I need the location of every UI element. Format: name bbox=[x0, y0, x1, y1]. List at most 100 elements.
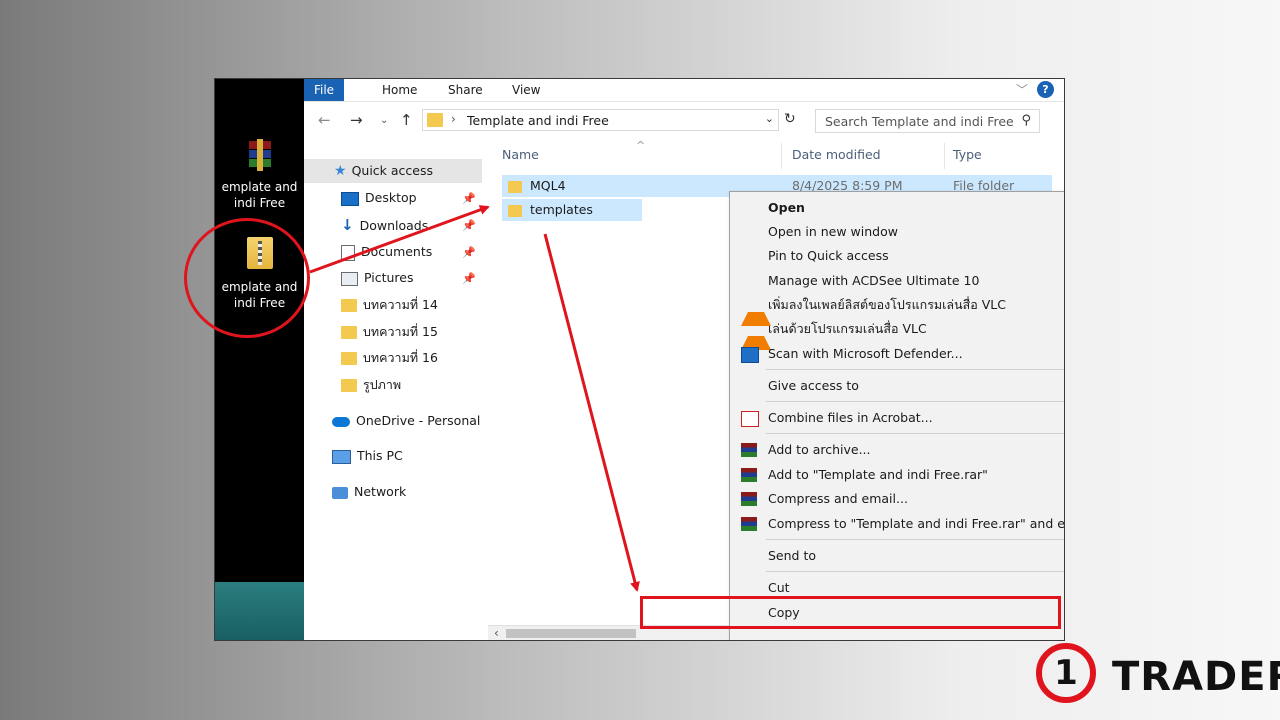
column-divider[interactable] bbox=[781, 143, 782, 169]
nav-item-onedrive[interactable]: OneDrive - Personal bbox=[332, 409, 480, 433]
nav-label: OneDrive - Personal bbox=[356, 413, 481, 428]
address-row: ← → ⌄ ↑ › Template and indi Free ⌄ ↻ Sea… bbox=[304, 107, 1064, 135]
menu-item-vlc-play[interactable]: เล่นด้วยโปรแกรมเล่นสื่อ VLC bbox=[730, 317, 1064, 350]
recent-dropdown-icon[interactable]: ⌄ bbox=[380, 115, 388, 126]
documents-icon bbox=[341, 244, 355, 261]
menu-item-compress-email[interactable]: Compress and email... bbox=[730, 487, 1064, 511]
menu-item-label: Pin to Quick access bbox=[768, 248, 889, 263]
nav-item-quick-access[interactable]: ★ Quick access bbox=[304, 159, 482, 183]
chevron-down-icon[interactable]: ⌄ bbox=[765, 112, 774, 125]
menu-item-compress-rar-email[interactable]: Compress to "Template and indi Free.rar"… bbox=[730, 512, 1065, 536]
nav-item-desktop[interactable]: Desktop bbox=[341, 186, 417, 210]
nav-item-pictures[interactable]: Pictures bbox=[341, 266, 414, 290]
menu-separator bbox=[766, 401, 1064, 402]
breadcrumb-path[interactable]: Template and indi Free bbox=[467, 113, 609, 128]
tab-share[interactable]: Share bbox=[436, 79, 495, 101]
tab-view[interactable]: View bbox=[500, 79, 552, 101]
winrar-icon bbox=[741, 443, 757, 457]
folder-icon bbox=[341, 352, 357, 365]
menu-separator bbox=[766, 369, 1064, 370]
refresh-icon[interactable]: ↻ bbox=[784, 111, 796, 127]
menu-separator bbox=[766, 539, 1064, 540]
menu-item-open[interactable]: Open bbox=[730, 196, 1064, 220]
menu-separator bbox=[766, 571, 1064, 572]
menu-item-label: Open in new window bbox=[768, 224, 898, 239]
menu-item-add-rar[interactable]: Add to "Template and indi Free.rar" bbox=[730, 463, 1064, 487]
pin-icon: 📌 bbox=[462, 192, 476, 205]
menu-item-defender-scan[interactable]: Scan with Microsoft Defender... bbox=[730, 342, 1064, 366]
nav-label: Documents bbox=[361, 244, 433, 259]
folder-icon bbox=[508, 204, 522, 217]
menu-item-label: Scan with Microsoft Defender... bbox=[768, 346, 963, 361]
menu-item-acdsee[interactable]: Manage with ACDSee Ultimate 10 bbox=[730, 269, 1064, 293]
column-header-type[interactable]: Type bbox=[953, 147, 982, 162]
table-row[interactable]: templates bbox=[502, 199, 642, 221]
network-icon bbox=[332, 486, 348, 499]
search-placeholder: Search Template and indi Free bbox=[825, 114, 1014, 129]
up-icon[interactable]: ↑ bbox=[400, 111, 413, 129]
nav-item-pictures-thai[interactable]: รูปภาพ bbox=[341, 373, 401, 397]
menu-item-label: Open bbox=[768, 200, 805, 215]
menu-item-open-new-window[interactable]: Open in new window bbox=[730, 220, 1064, 244]
nav-label: Network bbox=[354, 484, 407, 499]
nav-item-downloads[interactable]: ↓ Downloads bbox=[341, 213, 428, 237]
menu-item-label: Compress to "Template and indi Free.rar"… bbox=[768, 516, 1065, 531]
pictures-icon bbox=[341, 271, 358, 286]
column-header-date[interactable]: Date modified bbox=[792, 147, 881, 162]
nav-label: Downloads bbox=[359, 218, 429, 233]
nav-label: Quick access bbox=[351, 163, 434, 178]
desktop-icon-archive[interactable]: emplate and indi Free bbox=[215, 139, 304, 211]
menu-item-label: Add to archive... bbox=[768, 442, 871, 457]
search-icon: ⚲ bbox=[1021, 113, 1031, 128]
menu-item-label: Compress and email... bbox=[768, 491, 908, 506]
winrar-archive-icon bbox=[248, 139, 271, 171]
nav-item-this-pc[interactable]: This PC bbox=[332, 444, 403, 468]
scroll-left-icon[interactable]: ‹ bbox=[494, 626, 499, 640]
desktop-icon bbox=[341, 191, 359, 206]
search-input[interactable]: Search Template and indi Free ⚲ bbox=[815, 109, 1040, 133]
column-divider[interactable] bbox=[944, 143, 945, 169]
winrar-icon bbox=[741, 492, 757, 506]
menu-item-send-to[interactable]: Send to› bbox=[730, 544, 1064, 568]
forward-icon[interactable]: → bbox=[350, 111, 363, 129]
winrar-icon bbox=[741, 468, 757, 482]
logo-wordmark: TRADER bbox=[1112, 654, 1280, 700]
desktop-icon-label: emplate and bbox=[221, 180, 298, 194]
menu-item-label: Give access to bbox=[768, 378, 859, 393]
menu-item-vlc-playlist[interactable]: เพิ่มลงในเพลย์ลิสต์ของโปรแกรมเล่นสื่อ VL… bbox=[730, 293, 1064, 326]
tab-file[interactable]: File bbox=[304, 79, 344, 101]
brand-logo: 1 TRADER bbox=[1036, 641, 1280, 707]
nav-item-network[interactable]: Network bbox=[332, 480, 406, 504]
breadcrumb-chevron-icon: › bbox=[451, 112, 456, 126]
scrollbar-thumb[interactable] bbox=[506, 629, 636, 638]
column-header-name[interactable]: Name bbox=[502, 147, 539, 162]
desktop-strip: emplate and indi Free emplate and indi F… bbox=[215, 79, 304, 640]
defender-shield-icon bbox=[741, 347, 759, 363]
acrobat-icon bbox=[741, 411, 759, 427]
address-bar[interactable]: › Template and indi Free ⌄ bbox=[422, 109, 779, 131]
back-icon[interactable]: ← bbox=[318, 111, 331, 129]
pin-icon: 📌 bbox=[462, 219, 476, 232]
menu-item-give-access[interactable]: Give access to› bbox=[730, 374, 1064, 398]
sort-ascending-icon: ^ bbox=[636, 139, 646, 152]
nav-item-folder-15[interactable]: บทความที่ 15 bbox=[341, 320, 438, 344]
nav-item-folder-14[interactable]: บทความที่ 14 bbox=[341, 293, 438, 317]
folder-icon bbox=[508, 180, 522, 193]
highlight-copy-box bbox=[640, 596, 1061, 629]
menu-item-acrobat-combine[interactable]: Combine files in Acrobat... bbox=[730, 406, 1064, 430]
menu-item-add-archive[interactable]: Add to archive... bbox=[730, 438, 1064, 462]
nav-label: บทความที่ 16 bbox=[363, 350, 438, 365]
desktop-icon-label: indi Free bbox=[233, 196, 286, 210]
onedrive-icon bbox=[332, 416, 350, 427]
help-icon[interactable]: ? bbox=[1037, 81, 1054, 98]
star-icon: ★ bbox=[334, 163, 347, 179]
folder-icon bbox=[341, 299, 357, 312]
menu-item-pin-quick-access[interactable]: Pin to Quick access bbox=[730, 244, 1064, 268]
tab-home[interactable]: Home bbox=[370, 79, 429, 101]
highlight-circle bbox=[184, 218, 310, 338]
ribbon-expand-icon[interactable]: ﹀ bbox=[1016, 81, 1028, 98]
menu-item-label: เล่นด้วยโปรแกรมเล่นสื่อ VLC bbox=[768, 321, 927, 336]
nav-item-documents[interactable]: Documents bbox=[341, 240, 432, 264]
nav-item-folder-16[interactable]: บทความที่ 16 bbox=[341, 346, 438, 370]
winrar-icon bbox=[741, 517, 757, 531]
